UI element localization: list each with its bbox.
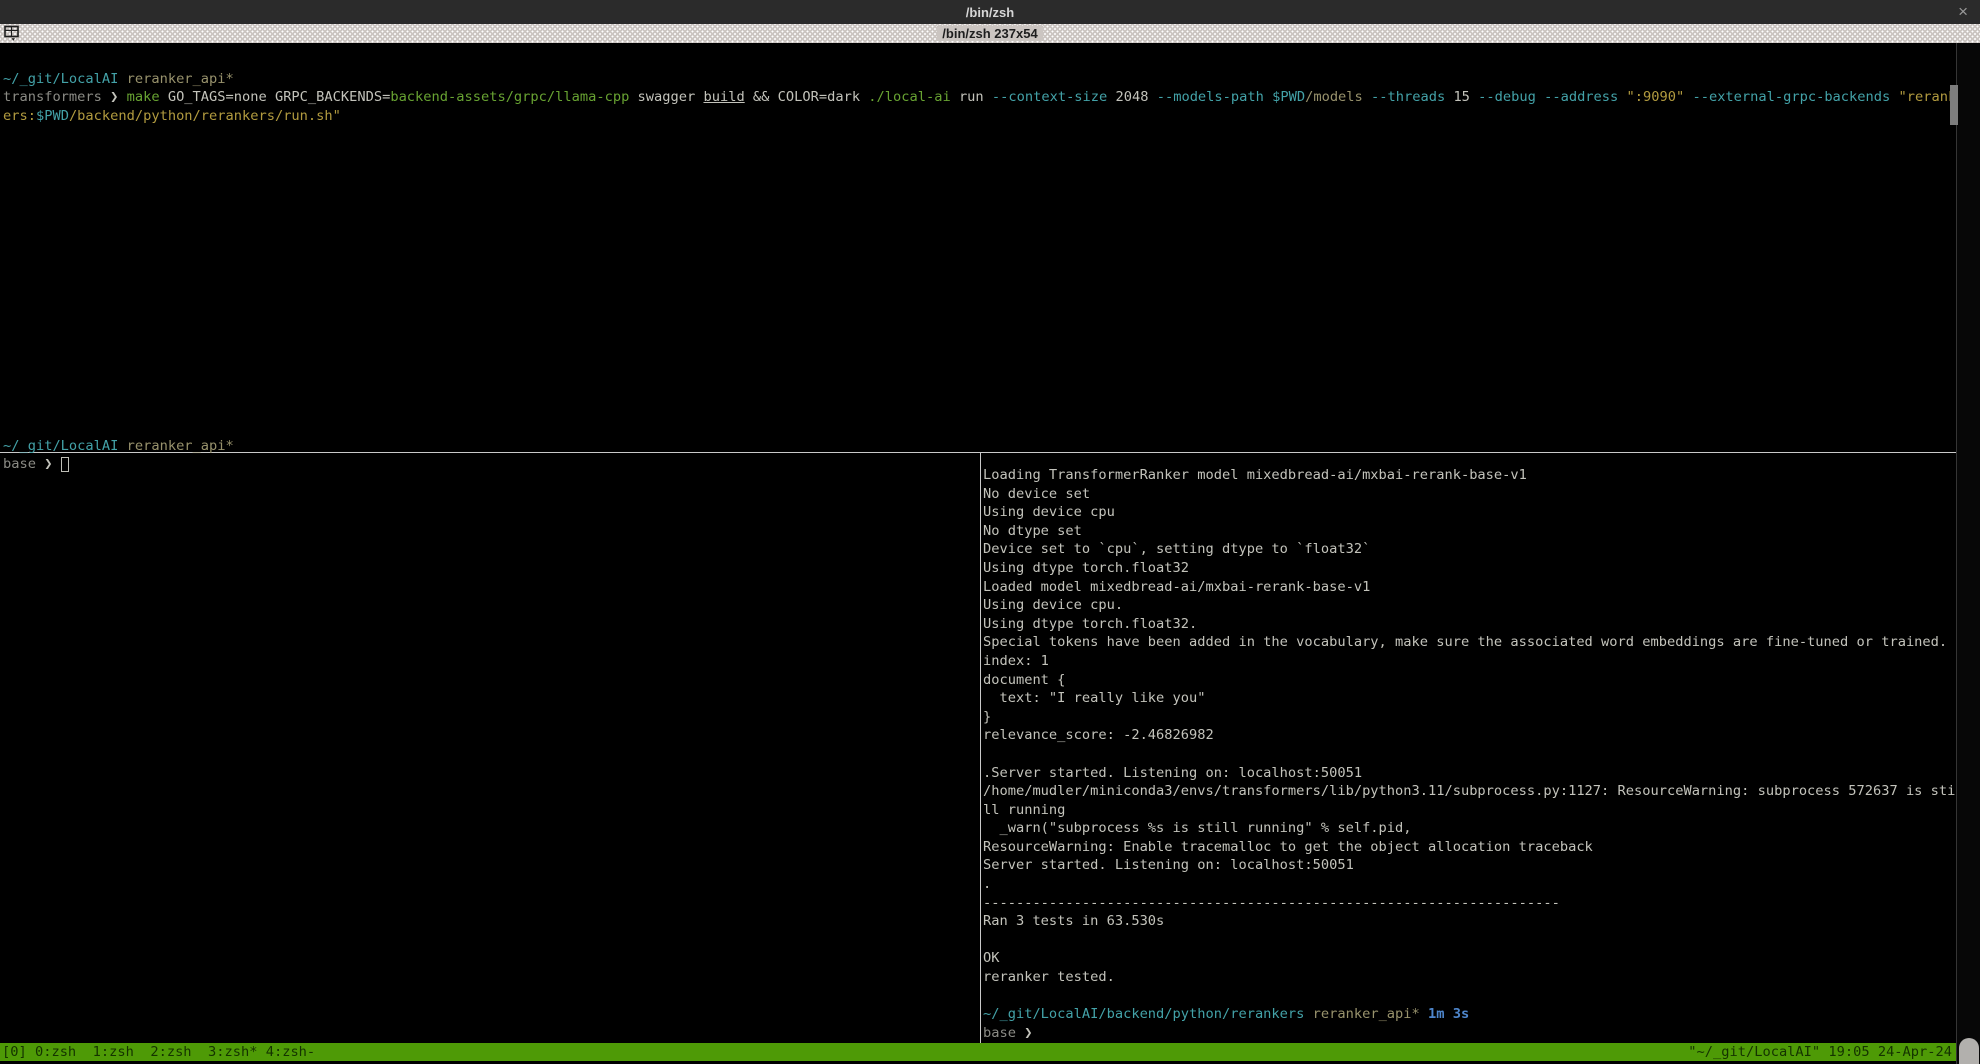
terminal-line (983, 931, 1956, 950)
terminal-line: No dtype set (983, 522, 1956, 541)
status-window-item[interactable]: 2:zsh (150, 1043, 208, 1061)
terminal-line: ll running (983, 801, 1956, 820)
terminal-line: document { (983, 671, 1956, 690)
status-window-item[interactable]: 1:zsh (93, 1043, 151, 1061)
terminal-line: OK (983, 949, 1956, 968)
session-label: [0] (2, 1043, 35, 1061)
terminal-line: ~/_git/LocalAI reranker_api* (3, 70, 1953, 89)
terminal-line: _warn("subprocess %s is still running" %… (983, 819, 1956, 838)
scrollbar-thumb[interactable] (1959, 1038, 1979, 1064)
terminal-line: Loaded model mixedbread-ai/mxbai-rerank-… (983, 578, 1956, 597)
tmux-status-bar: [0] 0:zsh 1:zsh 2:zsh 3:zsh* 4:zsh- "~/_… (0, 1043, 1956, 1061)
status-right: "~/_git/LocalAI" 19:05 24-Apr-24 (1688, 1043, 1956, 1061)
terminal-line: transformers ❯ make GO_TAGS=none GRPC_BA… (3, 88, 1953, 107)
terminal-line (983, 987, 1956, 1006)
text-cursor (61, 457, 69, 472)
terminal-line: .Server started. Listening on: localhost… (983, 764, 1956, 783)
window-menu-icon[interactable] (4, 25, 20, 42)
pane-bottom-right[interactable]: Loading TransformerRanker model mixedbre… (983, 466, 1956, 1042)
window-titlebar[interactable]: /bin/zsh × (0, 0, 1980, 24)
terminal-line (3, 51, 1953, 70)
pane-top[interactable]: ~/_git/LocalAI reranker_api*transformers… (3, 51, 1953, 125)
scrollbar[interactable] (1956, 43, 1980, 1064)
terminal-menubar: /bin/zsh 237x54 (0, 24, 1980, 43)
window-list: 0:zsh 1:zsh 2:zsh 3:zsh* 4:zsh- (35, 1043, 315, 1061)
terminal-line: Using device cpu. (983, 596, 1956, 615)
terminal-line: Using dtype torch.float32 (983, 559, 1956, 578)
terminal-line: reranker tested. (983, 968, 1956, 987)
xterm-window: /bin/zsh × /bin/zsh 237x54 ~/_git/LocalA… (0, 0, 1980, 1064)
terminal-line: /home/mudler/miniconda3/envs/transformer… (983, 782, 1956, 801)
status-window-item[interactable]: 0:zsh (35, 1043, 93, 1061)
terminal-line: Using dtype torch.float32. (983, 615, 1956, 634)
terminal-line: Using device cpu (983, 503, 1956, 522)
terminal-line (983, 745, 1956, 764)
terminal-line: Server started. Listening on: localhost:… (983, 856, 1956, 875)
terminal-line: ----------------------------------------… (983, 894, 1956, 913)
terminal-line: Special tokens have been added in the vo… (983, 633, 1956, 652)
terminal-line: Loading TransformerRanker model mixedbre… (983, 466, 1956, 485)
close-icon[interactable]: × (1958, 2, 1968, 22)
pane-divider-vertical[interactable] (980, 453, 981, 1043)
terminal-line: base ❯ (983, 1024, 1956, 1043)
terminal-size-label: /bin/zsh 237x54 (937, 26, 1042, 41)
terminal-line: text: "I really like you" (983, 689, 1956, 708)
window-title: /bin/zsh (966, 5, 1014, 20)
scrollbar-mark (1950, 85, 1958, 125)
pane-bottom-left[interactable]: ~/_git/LocalAI reranker_api*base ❯ (3, 418, 977, 474)
terminal-line: Ran 3 tests in 63.530s (983, 912, 1956, 931)
terminal-line: . (983, 875, 1956, 894)
terminal-line: ers:$PWD/backend/python/rerankers/run.sh… (3, 107, 1953, 126)
terminal-line: } (983, 708, 1956, 727)
terminal-line: base ❯ (3, 455, 977, 474)
terminal-line: index: 1 (983, 652, 1956, 671)
status-window-item[interactable]: 3:zsh* (208, 1043, 266, 1061)
terminal: ~/_git/LocalAI reranker_api*transformers… (0, 43, 1980, 1064)
status-window-item[interactable]: 4:zsh- (266, 1043, 315, 1061)
terminal-line: ResourceWarning: Enable tracemalloc to g… (983, 838, 1956, 857)
terminal-line: No device set (983, 485, 1956, 504)
terminal-line: ~/_git/LocalAI/backend/python/rerankers … (983, 1005, 1956, 1024)
terminal-line: ~/_git/LocalAI reranker_api* (3, 437, 977, 456)
terminal-line: relevance_score: -2.46826982 (983, 726, 1956, 745)
terminal-line (3, 418, 977, 437)
terminal-line: Device set to `cpu`, setting dtype to `f… (983, 540, 1956, 559)
